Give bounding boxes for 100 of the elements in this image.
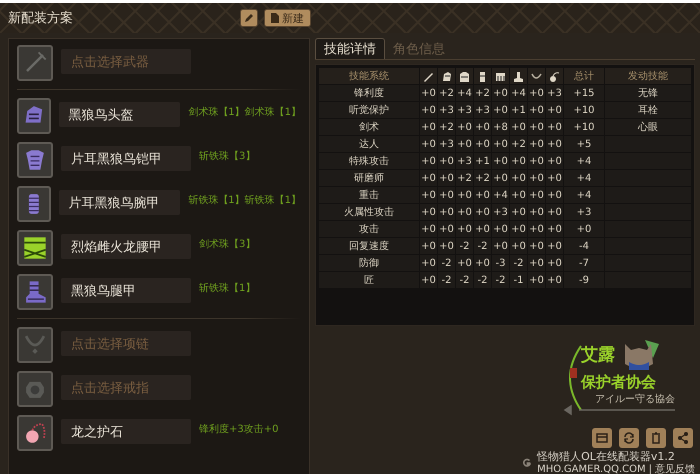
- table-cell: +2: [438, 85, 455, 101]
- equipment-name[interactable]: 黑狼鸟头盔: [58, 102, 180, 127]
- table-cell: +2: [474, 85, 491, 101]
- table-cell: +4: [510, 85, 527, 101]
- table-cell: +0: [474, 119, 491, 135]
- skill-name: 匠: [319, 272, 419, 288]
- new-button[interactable]: 新建: [264, 9, 311, 27]
- table-cell: -2: [474, 238, 491, 254]
- table-cell: +0: [420, 272, 437, 288]
- talisman-slot[interactable]: [17, 415, 53, 451]
- table-cell: +0: [420, 238, 437, 254]
- table-cell: +0: [420, 204, 437, 220]
- table-cell: +0: [438, 170, 455, 186]
- total-cell: +15: [564, 85, 604, 101]
- table-cell: +0: [528, 204, 545, 220]
- table-cell: +0: [438, 204, 455, 220]
- equipment-name[interactable]: 龙之护石: [61, 419, 191, 444]
- window-icon: [595, 431, 609, 445]
- column-header: 发动技能: [605, 68, 691, 84]
- table-cell: -2: [474, 272, 491, 288]
- table-cell: -1: [510, 272, 527, 288]
- page-title: 新配装方案: [8, 10, 74, 27]
- edit-button[interactable]: [240, 9, 258, 27]
- gauntlet-slot[interactable]: [17, 186, 51, 222]
- skill-name: 锋利度: [319, 85, 419, 101]
- skill-name: 火属性攻击: [319, 204, 419, 220]
- table-cell: +0: [546, 102, 563, 118]
- table-cell: +0: [546, 221, 563, 237]
- jewel-text: 斩铁珠【1】斩铁珠【1】: [188, 194, 301, 207]
- table-cell: +0: [528, 255, 545, 271]
- table-cell: +0: [546, 272, 563, 288]
- table-cell: +0: [528, 153, 545, 169]
- trash-icon: [649, 431, 663, 445]
- table-cell: +2: [474, 170, 491, 186]
- app-name: 怪物猎人OL在线配装器v1.2: [537, 450, 676, 463]
- tab[interactable]: 技能详情: [315, 38, 385, 59]
- table-cell: -2: [492, 272, 509, 288]
- table-cell: +0: [456, 255, 473, 271]
- table-cell: +0: [492, 170, 509, 186]
- chest-armor-slot[interactable]: [17, 142, 53, 178]
- equipment-name[interactable]: 烈焰雌火龙腰甲: [61, 234, 191, 259]
- table-cell: +0: [528, 170, 545, 186]
- table-cell: +0: [420, 136, 437, 152]
- table-cell: +0: [456, 136, 473, 152]
- boot-slot[interactable]: [17, 274, 53, 310]
- table-cell: +0: [510, 187, 527, 203]
- table-cell: +0: [474, 204, 491, 220]
- table-cell: +3: [438, 136, 455, 152]
- table-cell: +4: [456, 85, 473, 101]
- skill-name: 回复速度: [319, 238, 419, 254]
- skill-name: 防御: [319, 255, 419, 271]
- table-cell: +0: [492, 136, 509, 152]
- jewel-text: 剑术珠【3】: [199, 238, 256, 251]
- document-icon: [271, 13, 279, 23]
- equipment-name[interactable]: 片耳黑狼鸟腕甲: [58, 190, 180, 215]
- feedback-link[interactable]: 意见反馈: [655, 463, 695, 474]
- logo-subtitle: アイルー守る協会: [595, 392, 675, 406]
- equipment-name[interactable]: 片耳黑狼鸟铠甲: [61, 146, 191, 171]
- total-cell: +10: [564, 102, 604, 118]
- table-cell: +0: [546, 170, 563, 186]
- table-cell: +0: [420, 102, 437, 118]
- share-button[interactable]: [673, 428, 693, 448]
- column-header: 技能系统: [319, 68, 419, 84]
- total-cell: +3: [564, 204, 604, 220]
- table-cell: +0: [546, 238, 563, 254]
- jewel-text: 剑术珠【1】剑术珠【1】: [188, 106, 301, 119]
- total-cell: +4: [564, 170, 604, 186]
- table-cell: +3: [438, 102, 455, 118]
- activated-skill: 心眼: [605, 119, 691, 135]
- refresh-button[interactable]: [619, 428, 639, 448]
- table-cell: +0: [528, 119, 545, 135]
- table-cell: -2: [510, 255, 527, 271]
- save-button[interactable]: [592, 428, 612, 448]
- table-cell: +3: [456, 153, 473, 169]
- table-cell: +3: [474, 102, 491, 118]
- jewel-text: 斩铁珠【3】: [199, 150, 256, 163]
- table-cell: +0: [474, 221, 491, 237]
- delete-button[interactable]: [646, 428, 666, 448]
- table-cell: +0: [420, 170, 437, 186]
- skill-name: 剑术: [319, 119, 419, 135]
- table-cell: +1: [510, 102, 527, 118]
- helmet-slot[interactable]: [17, 98, 51, 134]
- table-cell: +0: [492, 102, 509, 118]
- table-cell: +1: [474, 153, 491, 169]
- skill-name: 听觉保护: [319, 102, 419, 118]
- table-cell: +0: [492, 221, 509, 237]
- equipment-name[interactable]: 黑狼鸟腿甲: [61, 278, 191, 303]
- total-cell: +0: [564, 221, 604, 237]
- jewel-text: 斩铁珠【1】: [199, 282, 256, 295]
- table-cell: +4: [492, 187, 509, 203]
- table-cell: +0: [456, 221, 473, 237]
- jewel-text: 锋利度+3攻击+0: [199, 422, 278, 436]
- table-cell: +0: [510, 153, 527, 169]
- skill-name: 重击: [319, 187, 419, 203]
- waist-armor-slot[interactable]: [17, 230, 53, 266]
- total-cell: -4: [564, 238, 604, 254]
- table-cell: +0: [528, 85, 545, 101]
- total-cell: -9: [564, 272, 604, 288]
- column-header: 总计: [564, 68, 604, 84]
- table-cell: +3: [492, 204, 509, 220]
